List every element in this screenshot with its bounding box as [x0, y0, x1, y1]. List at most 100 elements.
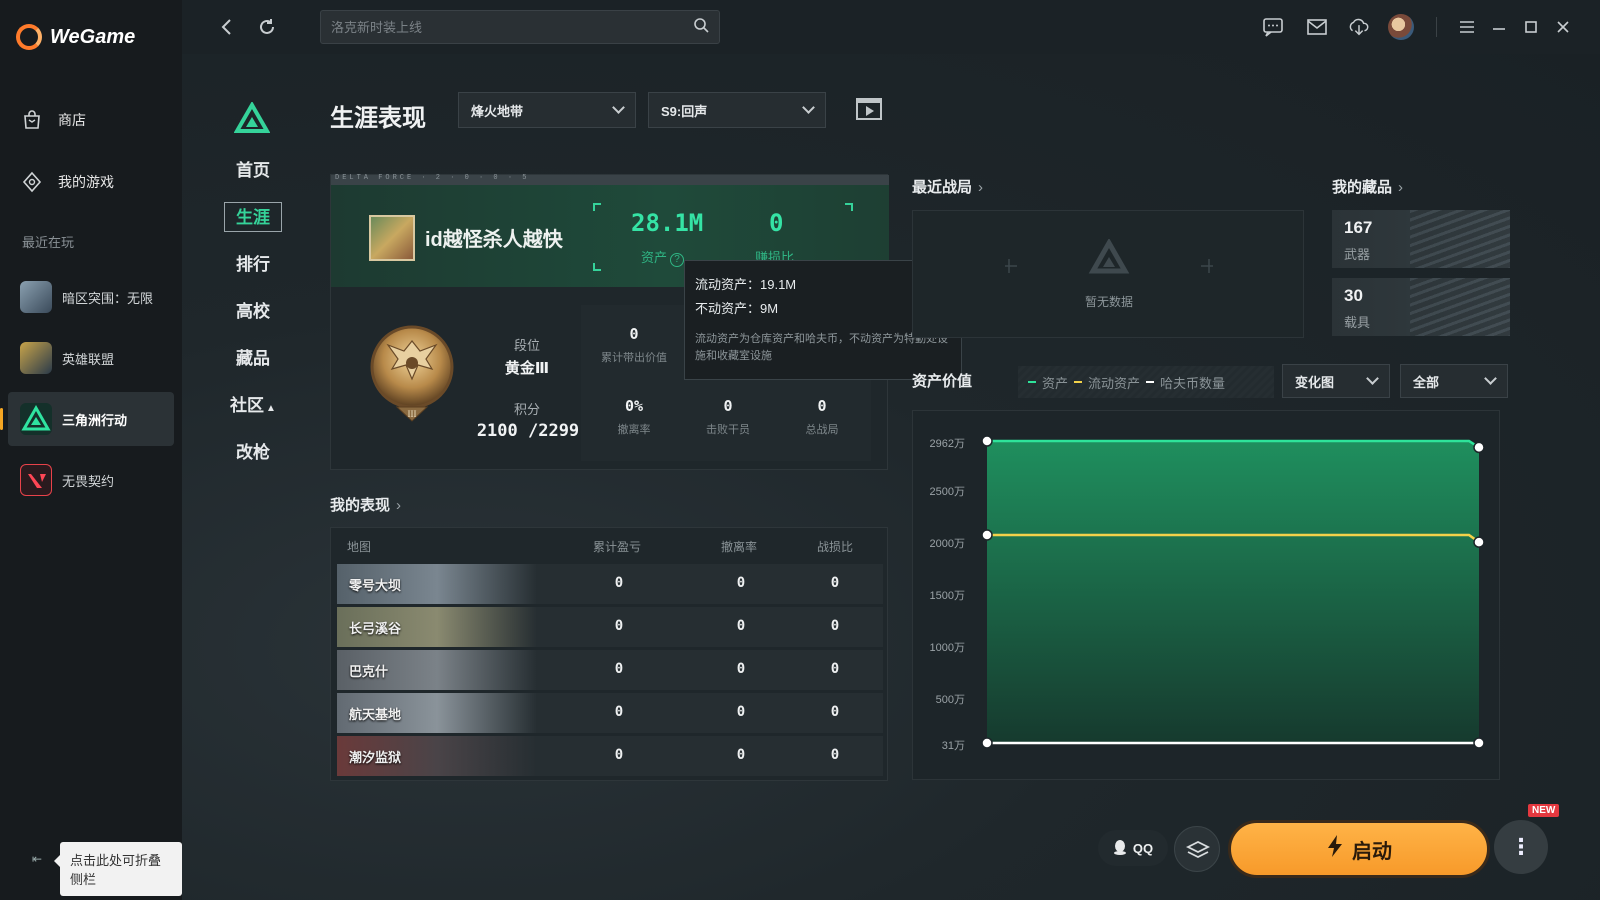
asset-label[interactable]: 资产? — [641, 247, 685, 267]
qq-login-button[interactable]: QQ — [1098, 830, 1168, 866]
no-data-text: 暂无数据 — [1084, 295, 1133, 309]
score-value: 2100 /2299 — [476, 421, 580, 441]
cell-profit: 0 — [614, 618, 624, 634]
stat-value: 0% — [624, 397, 644, 415]
layers-icon — [1185, 840, 1211, 859]
game-nav-community[interactable]: 社区 ▲ — [224, 391, 282, 421]
game-nav-career[interactable]: 生涯 — [224, 202, 282, 232]
valorant-icon — [20, 464, 52, 496]
help-icon[interactable]: ? — [670, 253, 685, 267]
legend-swatch — [1146, 381, 1155, 383]
game-item-arena-breakout[interactable]: 暗区突围：无限 — [8, 270, 174, 324]
more-options-button[interactable]: ⋮ — [1494, 820, 1548, 874]
score-label: 积分 — [513, 402, 540, 417]
collection-weapons[interactable]: 167 武器 — [1332, 210, 1510, 268]
mode-select[interactable]: 烽火地带 — [458, 92, 636, 128]
game-nav-gunsmith[interactable]: 改枪 — [224, 438, 282, 468]
nav-item-my-games[interactable]: 我的游戏 — [20, 170, 114, 194]
collapse-sidebar-icon[interactable]: ⇤ — [28, 852, 46, 870]
launch-button[interactable]: 启动 — [1228, 820, 1490, 878]
legend-swatch — [1028, 381, 1036, 383]
table-row[interactable]: 长弓溪谷 0 0 0 — [337, 607, 883, 647]
table-row[interactable]: 潮汐监狱 0 0 0 — [337, 736, 883, 776]
chevron-down-icon — [1484, 372, 1497, 385]
collection-count: 30 — [1344, 286, 1363, 305]
mode-select-value: 烽火地带 — [471, 103, 524, 119]
nav-item-store[interactable]: 商店 — [20, 108, 86, 132]
search-input[interactable] — [331, 19, 693, 35]
wegame-logo[interactable]: WeGame — [16, 24, 135, 50]
map-name: 零号大坝 — [349, 578, 402, 593]
table-row[interactable]: 巴克什 0 0 0 — [337, 650, 883, 690]
qq-label: QQ — [1132, 840, 1154, 856]
performance-heading[interactable]: 我的表现 › — [330, 494, 401, 515]
map-name: 长弓溪谷 — [349, 621, 402, 636]
maximize-icon[interactable] — [1520, 16, 1542, 38]
wegame-logo-icon — [16, 24, 42, 50]
ratio-value: 0 — [769, 209, 784, 237]
my-games-icon — [20, 170, 44, 194]
chevron-down-icon — [612, 101, 625, 114]
collection-vehicles[interactable]: 30 载具 — [1332, 278, 1510, 336]
collections-heading[interactable]: 我的藏品 › — [1332, 176, 1403, 197]
weapon-art — [1410, 210, 1510, 268]
data-point[interactable] — [981, 435, 993, 447]
frame-corner — [845, 203, 853, 211]
data-point[interactable] — [1473, 737, 1485, 749]
chart-view-select[interactable]: 变化图 — [1282, 364, 1390, 398]
chat-icon[interactable] — [1262, 16, 1284, 38]
league-of-legends-icon — [20, 342, 52, 374]
back-arrow-icon[interactable] — [216, 16, 238, 38]
season-select[interactable]: S9:回声 — [648, 92, 826, 128]
menu-icon[interactable] — [1456, 16, 1478, 38]
game-item-delta-force[interactable]: 三角洲行动 — [0, 392, 174, 446]
chart-legend: 资产 流动资产 哈夫币数量 — [1018, 366, 1274, 398]
vehicle-art — [1410, 278, 1510, 336]
delta-force-icon — [20, 403, 52, 435]
rank-value: 黄金Ⅲ — [504, 360, 550, 377]
chevron-up-icon: ▲ — [266, 403, 276, 414]
main-content: 首页 生涯 排行 高校 藏品 社区 ▲ 改枪 生涯表现 烽火地带 S9:回声 DE… — [182, 54, 1600, 900]
data-point[interactable] — [1473, 536, 1485, 548]
map-name: 巴克什 — [349, 664, 389, 679]
search-icon[interactable] — [693, 17, 709, 38]
store-bag-icon — [20, 108, 44, 132]
game-item-lol[interactable]: 英雄联盟 — [8, 331, 174, 385]
mail-icon[interactable] — [1306, 16, 1328, 38]
collapse-tooltip: 点击此处可折叠侧栏 — [54, 842, 182, 896]
table-row[interactable]: 零号大坝 0 0 0 — [337, 564, 883, 604]
refresh-icon[interactable] — [256, 16, 278, 38]
rank-label: 段位 — [513, 338, 540, 353]
game-item-valorant[interactable]: 无畏契约 — [8, 453, 174, 507]
cell-evac: 0 — [736, 704, 746, 720]
game-nav-home[interactable]: 首页 — [224, 156, 282, 186]
chart-range-select[interactable]: 全部 — [1400, 364, 1508, 398]
legend-label: 哈夫币数量 — [1160, 375, 1226, 391]
table-row[interactable]: 航天基地 0 0 0 — [337, 693, 883, 733]
cell-kd: 0 — [830, 575, 840, 591]
search-box[interactable] — [320, 10, 720, 44]
stat-label: 总战局 — [805, 424, 839, 436]
chevron-down-icon — [1366, 372, 1379, 385]
replay-video-icon[interactable] — [856, 98, 882, 120]
map-name: 航天基地 — [349, 707, 402, 722]
stat-value: 0 — [723, 397, 733, 415]
data-point[interactable] — [1473, 441, 1485, 454]
delta-force-logo-icon — [233, 100, 271, 134]
game-nav-ranking[interactable]: 排行 — [224, 250, 282, 280]
data-point[interactable] — [981, 529, 993, 541]
download-icon[interactable] — [1348, 16, 1370, 38]
asset-area — [987, 441, 1479, 743]
game-item-label: 无畏契约 — [62, 473, 115, 489]
close-icon[interactable] — [1552, 16, 1574, 38]
game-nav-community-label: 社区 — [230, 396, 265, 415]
card-strip-label: DELTA FORCE · 2 · 0 · 0 · 5 — [335, 174, 530, 182]
minimize-icon[interactable] — [1488, 16, 1510, 38]
game-nav-college[interactable]: 高校 — [224, 297, 282, 327]
user-avatar[interactable] — [1388, 14, 1414, 40]
nav-item-label: 商店 — [58, 112, 86, 128]
game-nav-collection[interactable]: 藏品 — [224, 344, 282, 374]
accelerator-button[interactable] — [1174, 826, 1220, 872]
recent-battles-heading[interactable]: 最近战局 › — [912, 176, 983, 197]
data-point[interactable] — [981, 737, 993, 749]
